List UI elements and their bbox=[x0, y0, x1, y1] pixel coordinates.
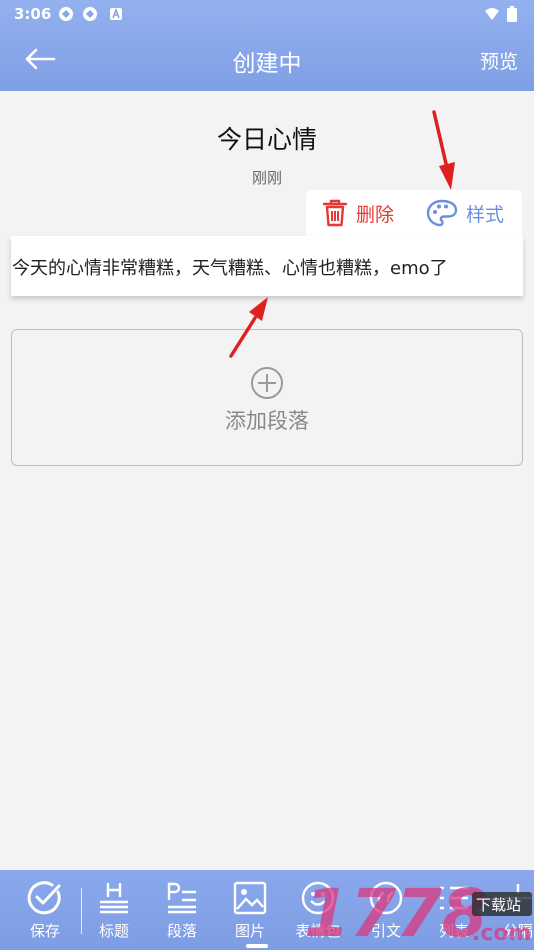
arrow-left-icon bbox=[25, 48, 56, 70]
toolbar-emoji[interactable]: 表情包 bbox=[288, 880, 348, 946]
toolbar-label: 标题 bbox=[98, 922, 129, 940]
image-icon bbox=[233, 881, 267, 915]
toolbar-image[interactable]: 图片 bbox=[220, 880, 280, 946]
style-label: 样式 bbox=[466, 203, 505, 226]
toolbar-label: 列表 bbox=[438, 922, 469, 940]
notification-icon bbox=[83, 7, 97, 21]
notification-icon bbox=[59, 7, 73, 21]
paragraph-card[interactable]: 今天的心情非常糟糕，天气糟糕、心情也糟糕，emo了 bbox=[11, 236, 523, 296]
back-button[interactable] bbox=[20, 42, 60, 76]
app-notification-icon bbox=[110, 7, 122, 20]
toolbar-heading[interactable]: 标题 bbox=[84, 880, 144, 946]
list-icon bbox=[440, 886, 468, 910]
add-paragraph-label: 添加段落 bbox=[225, 409, 309, 433]
add-paragraph-button[interactable]: 添加段落 bbox=[11, 329, 523, 466]
palette-icon bbox=[426, 199, 458, 227]
divider-icon bbox=[504, 884, 532, 900]
toolbar-label: 引文 bbox=[370, 922, 401, 940]
check-circle-icon bbox=[27, 881, 61, 915]
quote-icon bbox=[369, 881, 403, 915]
toolbar-divider[interactable]: 分隔 bbox=[488, 880, 534, 946]
paragraph-action-bar: 删除 样式 bbox=[306, 190, 522, 236]
paragraph-text: 今天的心情非常糟糕，天气糟糕、心情也糟糕，emo了 bbox=[12, 258, 448, 279]
toolbar-quote[interactable]: 引文 bbox=[356, 880, 416, 946]
toolbar-separator bbox=[81, 888, 82, 934]
preview-button[interactable]: 预览 bbox=[480, 47, 518, 74]
toolbar-label: 分隔 bbox=[502, 922, 533, 940]
paragraph-icon bbox=[167, 882, 196, 914]
toolbar-list[interactable]: 列表 bbox=[424, 880, 484, 946]
trash-icon bbox=[322, 199, 348, 227]
toolbar-paragraph[interactable]: 段落 bbox=[152, 880, 212, 946]
app-bar: 创建中 预览 bbox=[0, 28, 534, 91]
style-button[interactable]: 样式 bbox=[426, 198, 504, 228]
document-title[interactable]: 今日心情 bbox=[117, 120, 417, 156]
emoji-icon bbox=[301, 881, 335, 915]
toolbar-label: 图片 bbox=[234, 922, 265, 940]
document-timestamp: 刚刚 bbox=[251, 169, 282, 187]
delete-button[interactable]: 删除 bbox=[322, 198, 394, 228]
plus-circle-icon bbox=[251, 367, 283, 399]
status-bar: 3:06 bbox=[0, 0, 534, 28]
nav-indicator bbox=[246, 944, 268, 948]
toolbar-save[interactable]: 保存 bbox=[15, 880, 75, 946]
toolbar-label: 表情包 bbox=[295, 922, 341, 940]
annotation-arrow-style bbox=[432, 110, 455, 190]
wifi-icon bbox=[485, 8, 499, 20]
header: 3:06 创建中 预览 bbox=[0, 0, 534, 91]
battery-icon bbox=[507, 6, 517, 22]
toolbar-label: 保存 bbox=[29, 922, 60, 940]
delete-label: 删除 bbox=[356, 203, 395, 226]
page-title: 创建中 bbox=[232, 51, 302, 77]
toolbar-label: 段落 bbox=[166, 922, 197, 940]
status-time: 3:06 bbox=[14, 5, 52, 23]
heading-icon bbox=[100, 883, 128, 914]
